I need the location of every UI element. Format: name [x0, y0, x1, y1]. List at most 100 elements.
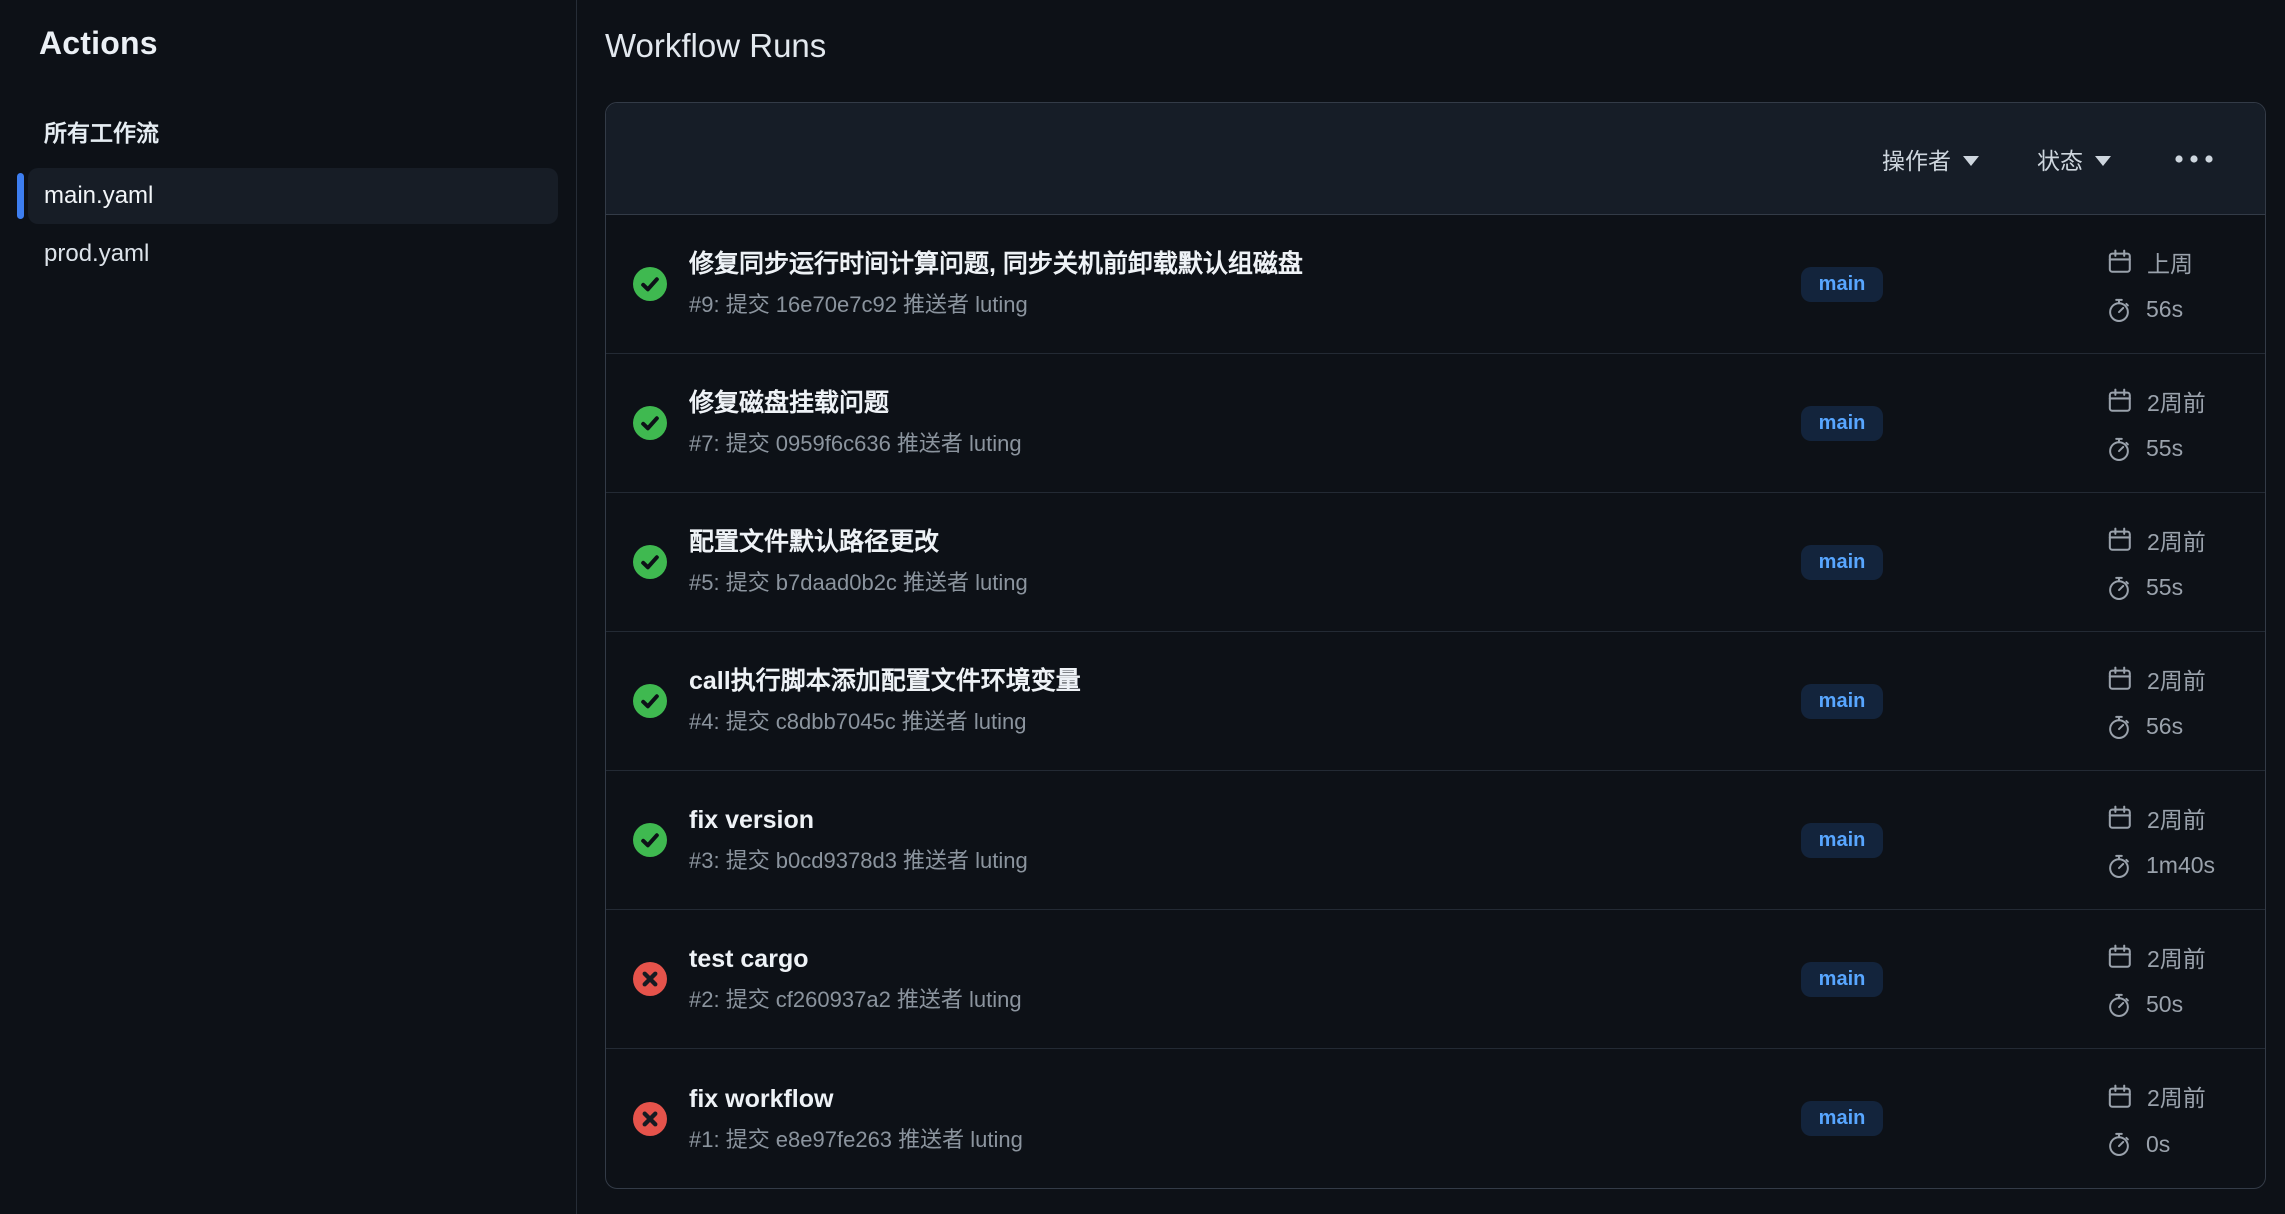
run-text: 修复同步运行时间计算问题, 同步关机前卸载默认组磁盘 #9: 提交 16e70e… [679, 250, 1732, 318]
run-duration: 56s [2146, 296, 2183, 323]
stopwatch-icon [2105, 713, 2133, 741]
main-content: Workflow Runs 操作者 状态 [577, 0, 2285, 1214]
branch-badge[interactable]: main [1801, 545, 1884, 580]
run-date: 2周前 [2147, 940, 2206, 974]
calendar-icon [2105, 942, 2134, 971]
time-cell: 2周前 1m40s [1952, 801, 2212, 880]
calendar-icon [2105, 386, 2134, 415]
branch-badge[interactable]: main [1801, 962, 1884, 997]
page-title: Actions [39, 25, 576, 62]
time-cell: 2周前 50s [1952, 940, 2212, 1019]
run-text: 修复磁盘挂载问题 #7: 提交 0959f6c636 推送者 luting [679, 389, 1732, 457]
run-date-line: 2周前 [2105, 801, 2212, 835]
workflow-nav: 所有工作流 main.yaml prod.yaml [0, 114, 576, 282]
run-date-line: 上周 [2105, 245, 2212, 279]
x-circle-icon [633, 1102, 667, 1136]
kebab-horizontal-icon [2171, 153, 2217, 165]
check-circle-icon [633, 545, 667, 579]
run-text: fix workflow #1: 提交 e8e97fe263 推送者 lutin… [679, 1085, 1732, 1153]
run-text: 配置文件默认路径更改 #5: 提交 b7daad0b2c 推送者 luting [679, 528, 1732, 596]
run-duration-line: 56s [2105, 713, 2212, 741]
workflow-list: main.yaml prod.yaml [0, 168, 576, 282]
more-options-button[interactable] [2169, 149, 2219, 169]
sidebar-item-prod-yaml[interactable]: prod.yaml [28, 226, 558, 282]
workflow-run-row[interactable]: call执行脚本添加配置文件环境变量 #4: 提交 c8dbb7045c 推送者… [606, 632, 2265, 771]
actor-filter-dropdown[interactable]: 操作者 [1882, 142, 1979, 176]
workflow-run-row[interactable]: test cargo #2: 提交 cf260937a2 推送者 luting … [606, 910, 2265, 1049]
run-title-link[interactable]: 配置文件默认路径更改 [689, 528, 1732, 556]
x-circle-icon [633, 962, 667, 996]
run-date: 2周前 [2147, 384, 2206, 418]
branch-badge[interactable]: main [1801, 267, 1884, 302]
status-filter-dropdown[interactable]: 状态 [2037, 142, 2111, 176]
run-duration: 56s [2146, 713, 2183, 740]
stopwatch-icon [2105, 296, 2133, 324]
branch-cell: main [1732, 267, 1952, 302]
time-cell: 2周前 55s [1952, 384, 2212, 463]
run-meta: #9: 提交 16e70e7c92 推送者 luting [689, 292, 1732, 318]
run-date: 2周前 [2147, 662, 2206, 696]
branch-cell: main [1732, 406, 1952, 441]
time-cell: 2周前 0s [1952, 1079, 2212, 1158]
run-date-line: 2周前 [2105, 1079, 2212, 1113]
run-meta: #5: 提交 b7daad0b2c 推送者 luting [689, 570, 1732, 596]
branch-cell: main [1732, 684, 1952, 719]
status-filter-label: 状态 [2037, 142, 2083, 176]
branch-badge[interactable]: main [1801, 684, 1884, 719]
run-duration-line: 56s [2105, 296, 2212, 324]
stopwatch-icon [2105, 991, 2133, 1019]
time-cell: 2周前 56s [1952, 662, 2212, 741]
run-title-link[interactable]: fix workflow [689, 1085, 1732, 1113]
workflow-run-row[interactable]: 修复磁盘挂载问题 #7: 提交 0959f6c636 推送者 luting ma… [606, 354, 2265, 493]
workflow-item-label: prod.yaml [44, 240, 149, 268]
run-date: 2周前 [2147, 1079, 2206, 1113]
runs-list: 修复同步运行时间计算问题, 同步关机前卸载默认组磁盘 #9: 提交 16e70e… [606, 215, 2265, 1188]
calendar-icon [2105, 525, 2134, 554]
branch-badge[interactable]: main [1801, 823, 1884, 858]
run-duration: 50s [2146, 991, 2183, 1018]
sidebar: Actions 所有工作流 main.yaml prod.yaml [0, 0, 577, 1214]
run-title-link[interactable]: test cargo [689, 945, 1732, 973]
run-text: test cargo #2: 提交 cf260937a2 推送者 luting [679, 945, 1732, 1013]
chevron-down-icon [1963, 156, 1979, 166]
run-duration-line: 1m40s [2105, 852, 2212, 880]
run-date-line: 2周前 [2105, 940, 2212, 974]
run-duration: 55s [2146, 574, 2183, 601]
check-circle-icon [633, 267, 667, 301]
branch-cell: main [1732, 823, 1952, 858]
workflow-item-label: main.yaml [44, 182, 153, 210]
run-meta: #3: 提交 b0cd9378d3 推送者 luting [689, 848, 1732, 874]
run-title-link[interactable]: 修复同步运行时间计算问题, 同步关机前卸载默认组磁盘 [689, 250, 1732, 278]
branch-badge[interactable]: main [1801, 406, 1884, 441]
workflow-run-row[interactable]: fix version #3: 提交 b0cd9378d3 推送者 luting… [606, 771, 2265, 910]
run-title-link[interactable]: fix version [689, 806, 1732, 834]
workflow-run-row[interactable]: 修复同步运行时间计算问题, 同步关机前卸载默认组磁盘 #9: 提交 16e70e… [606, 215, 2265, 354]
run-duration: 0s [2146, 1131, 2170, 1158]
workflow-run-row[interactable]: fix workflow #1: 提交 e8e97fe263 推送者 lutin… [606, 1049, 2265, 1188]
chevron-down-icon [2095, 156, 2111, 166]
workflow-runs-card: 操作者 状态 [605, 102, 2266, 1189]
run-date: 上周 [2147, 245, 2193, 279]
time-cell: 2周前 55s [1952, 523, 2212, 602]
run-duration: 55s [2146, 435, 2183, 462]
run-meta: #4: 提交 c8dbb7045c 推送者 luting [689, 709, 1732, 735]
branch-cell: main [1732, 545, 1952, 580]
stopwatch-icon [2105, 852, 2133, 880]
stopwatch-icon [2105, 435, 2133, 463]
calendar-icon [2105, 664, 2134, 693]
actor-filter-label: 操作者 [1882, 142, 1951, 176]
run-title-link[interactable]: 修复磁盘挂载问题 [689, 389, 1732, 417]
run-duration-line: 50s [2105, 991, 2212, 1019]
branch-cell: main [1732, 962, 1952, 997]
workflow-run-row[interactable]: 配置文件默认路径更改 #5: 提交 b7daad0b2c 推送者 luting … [606, 493, 2265, 632]
sidebar-item-main-yaml[interactable]: main.yaml [28, 168, 558, 224]
actions-page: Actions 所有工作流 main.yaml prod.yaml Workfl… [0, 0, 2285, 1214]
run-date: 2周前 [2147, 801, 2206, 835]
run-duration: 1m40s [2146, 852, 2215, 879]
stopwatch-icon [2105, 1130, 2133, 1158]
branch-badge[interactable]: main [1801, 1101, 1884, 1136]
run-title-link[interactable]: call执行脚本添加配置文件环境变量 [689, 667, 1732, 695]
run-duration-line: 0s [2105, 1130, 2212, 1158]
all-workflows-link[interactable]: 所有工作流 [44, 114, 576, 148]
check-circle-icon [633, 406, 667, 440]
